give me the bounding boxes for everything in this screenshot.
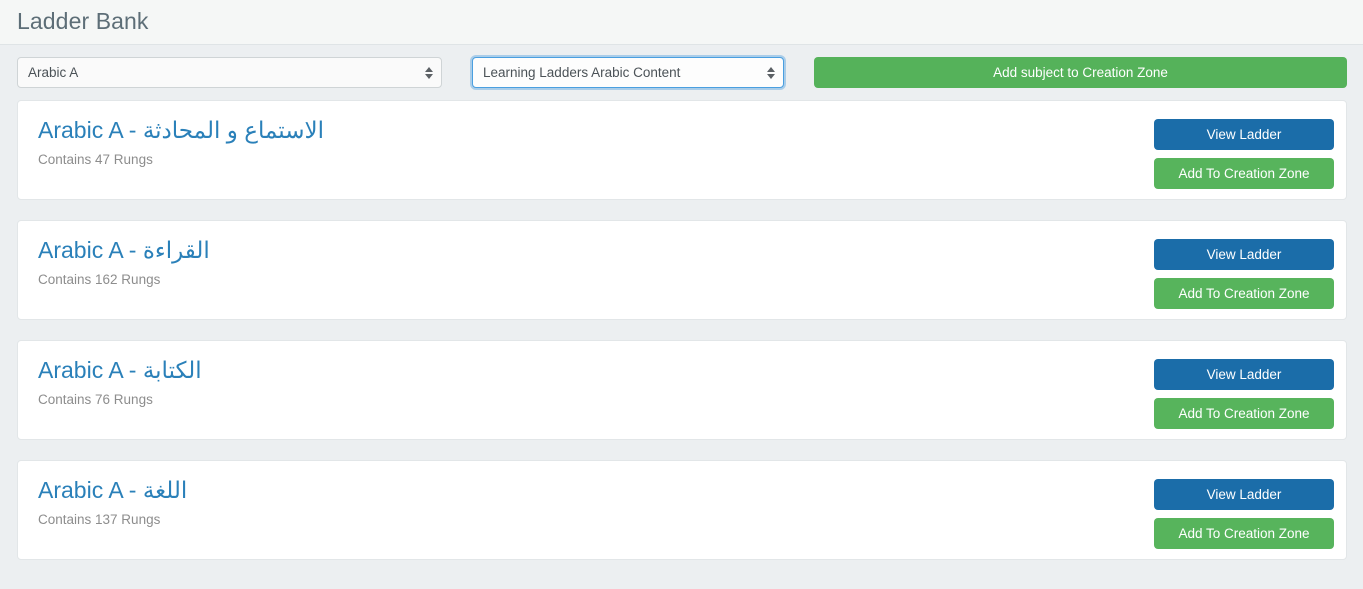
ladder-title: Arabic A - الاستماع و المحادثة xyxy=(38,117,324,143)
add-to-creation-zone-button[interactable]: Add To Creation Zone xyxy=(1154,278,1334,309)
toolbar: Arabic A Learning Ladders Arabic Content… xyxy=(0,45,1363,100)
ladder-card: Arabic A - القراءة Contains 162 Rungs Vi… xyxy=(17,220,1347,320)
ladder-card: Arabic A - الكتابة Contains 76 Rungs Vie… xyxy=(17,340,1347,440)
content-select[interactable]: Learning Ladders Arabic Content xyxy=(472,57,784,88)
content-select-value: Learning Ladders Arabic Content xyxy=(483,65,681,80)
ladder-card: Arabic A - اللغة Contains 137 Rungs View… xyxy=(17,460,1347,560)
subject-select[interactable]: Arabic A xyxy=(17,57,442,88)
subject-select-value: Arabic A xyxy=(28,65,79,80)
page-header: Ladder Bank xyxy=(0,0,1363,45)
ladder-rung-count: Contains 76 Rungs xyxy=(38,392,153,408)
view-ladder-button[interactable]: View Ladder xyxy=(1154,479,1334,510)
add-subject-to-creation-zone-button[interactable]: Add subject to Creation Zone xyxy=(814,57,1347,88)
ladder-card-info: Arabic A - الكتابة Contains 76 Rungs xyxy=(18,341,202,439)
ladder-rung-count: Contains 47 Rungs xyxy=(38,152,153,168)
ladder-rung-count: Contains 162 Rungs xyxy=(38,272,161,288)
content-select-wrapper[interactable]: Learning Ladders Arabic Content xyxy=(472,57,784,88)
ladder-title: Arabic A - الكتابة xyxy=(38,357,202,383)
ladder-card-actions: View Ladder Add To Creation Zone xyxy=(1154,221,1346,319)
add-to-creation-zone-button[interactable]: Add To Creation Zone xyxy=(1154,398,1334,429)
ladder-card-info: Arabic A - الاستماع و المحادثة Contains … xyxy=(18,101,324,199)
page-title: Ladder Bank xyxy=(17,7,149,34)
ladder-list: Arabic A - الاستماع و المحادثة Contains … xyxy=(0,100,1363,560)
view-ladder-button[interactable]: View Ladder xyxy=(1154,359,1334,390)
ladder-card-info: Arabic A - اللغة Contains 137 Rungs xyxy=(18,461,187,559)
subject-select-wrapper[interactable]: Arabic A xyxy=(17,57,442,88)
ladder-rung-count: Contains 137 Rungs xyxy=(38,512,161,528)
ladder-title: Arabic A - اللغة xyxy=(38,477,188,503)
ladder-card-actions: View Ladder Add To Creation Zone xyxy=(1154,461,1346,559)
ladder-card: Arabic A - الاستماع و المحادثة Contains … xyxy=(17,100,1347,200)
ladder-card-actions: View Ladder Add To Creation Zone xyxy=(1154,101,1346,199)
view-ladder-button[interactable]: View Ladder xyxy=(1154,119,1334,150)
view-ladder-button[interactable]: View Ladder xyxy=(1154,239,1334,270)
add-to-creation-zone-button[interactable]: Add To Creation Zone xyxy=(1154,158,1334,189)
add-to-creation-zone-button[interactable]: Add To Creation Zone xyxy=(1154,518,1334,549)
ladder-title: Arabic A - القراءة xyxy=(38,237,210,263)
ladder-card-info: Arabic A - القراءة Contains 162 Rungs xyxy=(18,221,210,319)
ladder-card-actions: View Ladder Add To Creation Zone xyxy=(1154,341,1346,439)
